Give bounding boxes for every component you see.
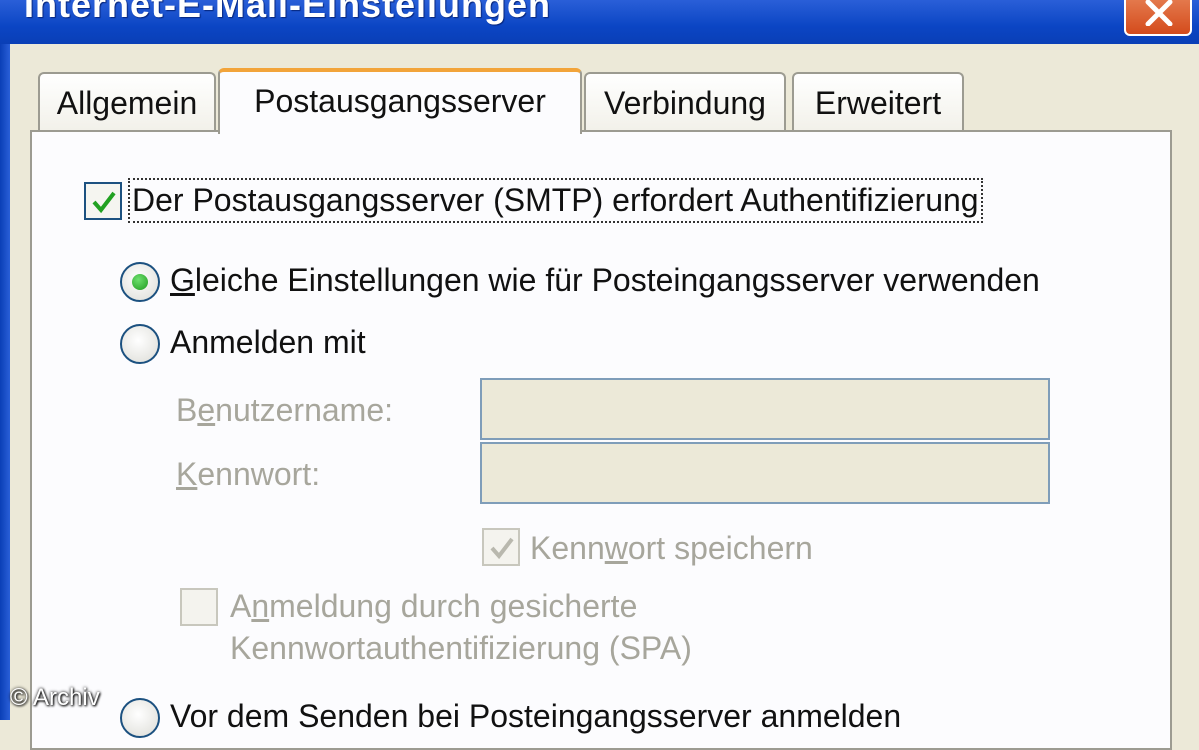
spa-checkbox[interactable]: [180, 588, 218, 626]
spa-label-line1[interactable]: Anmeldung durch gesicherte: [230, 588, 637, 625]
password-label: Kennwort:: [176, 456, 321, 492]
username-input[interactable]: [480, 378, 1050, 440]
smtp-auth-label[interactable]: Der Postausgangsserver (SMTP) erfordert …: [128, 178, 983, 223]
username-label: Benutzername:: [176, 392, 394, 428]
save-password-checkbox[interactable]: [482, 528, 520, 566]
tab-postausgangsserver[interactable]: Postausgangsserver: [218, 68, 582, 134]
radio-login-before-send[interactable]: [120, 698, 160, 738]
tab-verbindung[interactable]: Verbindung: [584, 72, 786, 130]
radio-login-with[interactable]: [120, 324, 160, 364]
save-password-label[interactable]: Kennwort speichern: [530, 530, 813, 567]
close-icon: [1145, 0, 1173, 26]
window-title: Internet-E-Mail-Einstellungen: [24, 0, 552, 25]
radio-login-before-send-label[interactable]: Vor dem Senden bei Posteingangsserver an…: [170, 698, 901, 735]
copyright-watermark: © Archiv: [10, 684, 100, 711]
tab-erweitert[interactable]: Erweitert: [792, 72, 964, 130]
radio-selected-dot: [132, 274, 148, 290]
window-frame-left: [0, 44, 10, 720]
radio-same-settings[interactable]: [120, 262, 160, 302]
close-button[interactable]: [1124, 0, 1192, 36]
checkmark-icon: [92, 191, 116, 214]
tab-panel-postausgangsserver: Der Postausgangsserver (SMTP) erfordert …: [30, 130, 1172, 750]
title-bar: Internet-E-Mail-Einstellungen: [0, 0, 1199, 44]
radio-login-with-label[interactable]: Anmelden mit: [170, 324, 366, 361]
tab-allgemein[interactable]: Allgemein: [38, 72, 216, 130]
password-input[interactable]: [480, 442, 1050, 504]
smtp-auth-checkbox[interactable]: [84, 182, 122, 220]
checkmark-icon: [490, 537, 514, 560]
radio-same-settings-label[interactable]: Gleiche Einstellungen wie für Posteingan…: [170, 262, 1040, 299]
spa-label-line2[interactable]: Kennwortauthentifizierung (SPA): [230, 630, 692, 667]
